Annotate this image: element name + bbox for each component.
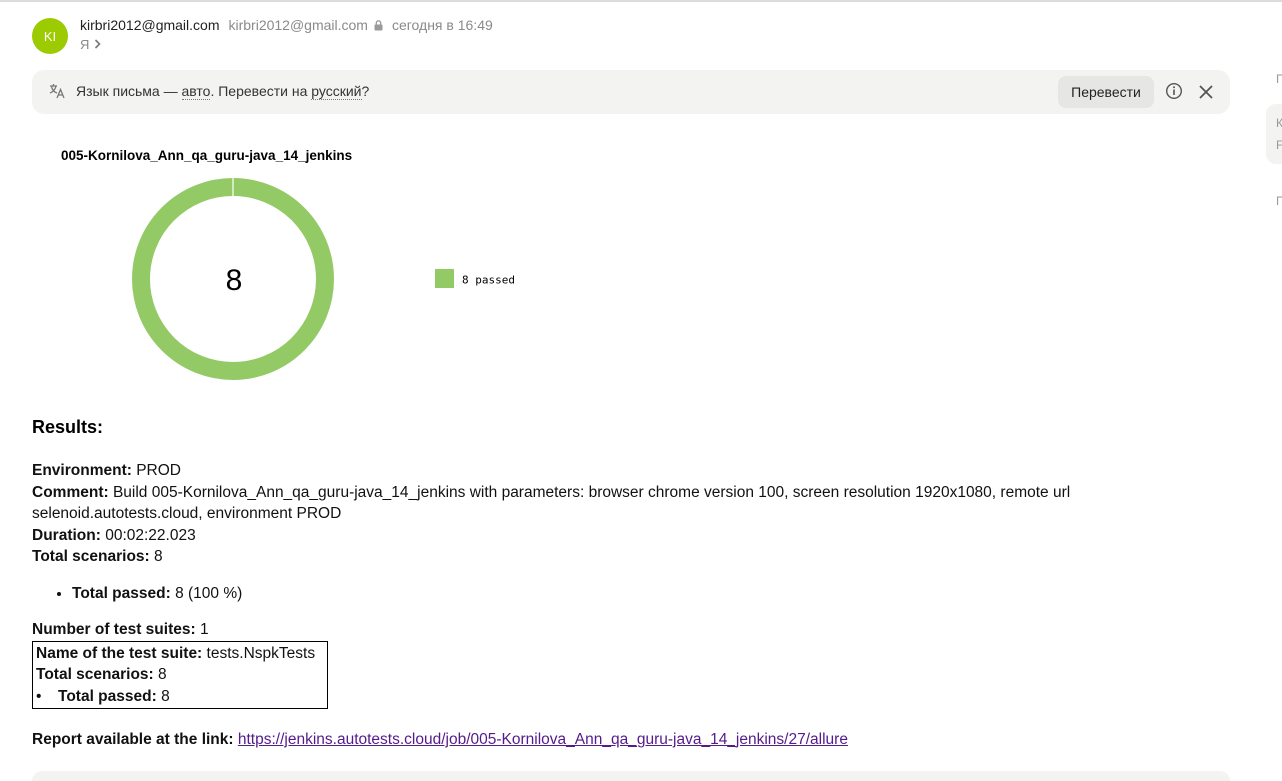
environment-value: PROD	[131, 462, 181, 479]
donut-chart: 8 8 passed	[132, 178, 515, 380]
side-card[interactable]	[1266, 104, 1282, 164]
sender-name[interactable]: kirbri2012@gmail.com	[80, 17, 219, 33]
suite-name-line: Name of the test suite: tests.NspkTests	[36, 643, 324, 665]
suite-name-label: Name of the test suite:	[36, 644, 203, 662]
suite-name-value: tests.NspkTests	[202, 644, 316, 662]
close-icon[interactable]	[1197, 83, 1215, 101]
translate-bar: Язык письма — авто. Перевести на русский…	[32, 70, 1230, 114]
translate-button[interactable]: Перевести	[1058, 76, 1154, 108]
language-link[interactable]: авто	[181, 83, 211, 100]
suite-scenarios-line: Total scenarios: 8	[36, 664, 324, 686]
list-item: Total passed: 8 (100 %)	[72, 583, 1162, 605]
comment-label: Comment:	[32, 483, 109, 501]
avatar[interactable]: KI	[32, 18, 68, 54]
side-fragment: F	[1276, 138, 1282, 152]
total-scenarios-label: Total scenarios:	[32, 548, 150, 565]
suites-value: 1	[195, 621, 209, 638]
total-scenarios-value: 8	[149, 548, 163, 565]
sent-time: сегодня в 16:49	[391, 17, 493, 33]
legend-label: 8 passed	[462, 274, 515, 287]
info-icon[interactable]	[1165, 82, 1183, 100]
total-scenarios-line: Total scenarios: 8	[32, 546, 1162, 568]
report-link[interactable]: https://jenkins.autotests.cloud/job/005-…	[238, 731, 848, 748]
duration-value: 00:02:22.023	[100, 526, 196, 544]
report-label: Report available at the link:	[32, 731, 234, 748]
total-passed-label: Total passed:	[72, 584, 171, 602]
translate-icon	[48, 82, 66, 100]
comment-line: Comment: Build 005-Kornilova_Ann_qa_guru…	[32, 482, 1162, 525]
bullet-icon: •	[36, 687, 42, 705]
legend-swatch	[435, 269, 454, 288]
suite-passed-line: • Total passed: 8	[36, 686, 324, 708]
test-suite-box: Name of the test suite: tests.NspkTests …	[32, 640, 328, 709]
suite-passed-value: 8	[156, 687, 170, 705]
translate-text: Язык письма — авто. Перевести на русский…	[76, 83, 370, 100]
comment-value: Build 005-Kornilova_Ann_qa_guru-java_14_…	[32, 483, 1071, 523]
target-language-link[interactable]: русский	[311, 83, 362, 100]
passed-list: Total passed: 8 (100 %)	[72, 583, 1162, 605]
translate-suffix: ?	[361, 83, 370, 99]
suites-label: Number of test suites:	[32, 621, 196, 638]
results-heading: Results:	[32, 417, 104, 437]
top-divider	[0, 0, 1282, 2]
sender-email[interactable]: kirbri2012@gmail.com	[228, 17, 367, 33]
translate-middle: . Перевести на	[210, 83, 312, 99]
side-fragment: П	[1276, 72, 1282, 86]
suite-scenarios-label: Total scenarios:	[36, 666, 154, 683]
next-section-bar	[32, 771, 1230, 781]
total-passed-value: 8 (100 %)	[170, 584, 243, 602]
results-report: Environment: PROD Comment: Build 005-Kor…	[32, 460, 1162, 751]
sender-row: kirbri2012@gmail.com kirbri2012@gmail.co…	[80, 16, 493, 34]
duration-label: Duration:	[32, 526, 101, 544]
suite-passed-label: Total passed:	[58, 687, 157, 705]
chart-title: 005-Kornilova_Ann_qa_guru-java_14_jenkin…	[61, 148, 353, 163]
suites-line: Number of test suites: 1	[32, 619, 1162, 641]
side-fragment: П	[1276, 194, 1282, 208]
side-fragment: К	[1276, 116, 1282, 130]
suite-scenarios-value: 8	[153, 666, 167, 683]
recipient-row[interactable]: Я	[80, 36, 102, 52]
recipient-label: Я	[80, 36, 90, 52]
lock-icon	[374, 19, 383, 31]
environment-label: Environment:	[32, 462, 132, 479]
environment-line: Environment: PROD	[32, 460, 1162, 482]
chart-center-value: 8	[226, 264, 243, 297]
report-link-row: Report available at the link: https://je…	[32, 729, 1162, 751]
duration-line: Duration: 00:02:22.023	[32, 525, 1162, 547]
chevron-right-icon[interactable]	[94, 39, 102, 49]
translate-prefix: Язык письма —	[76, 83, 182, 99]
